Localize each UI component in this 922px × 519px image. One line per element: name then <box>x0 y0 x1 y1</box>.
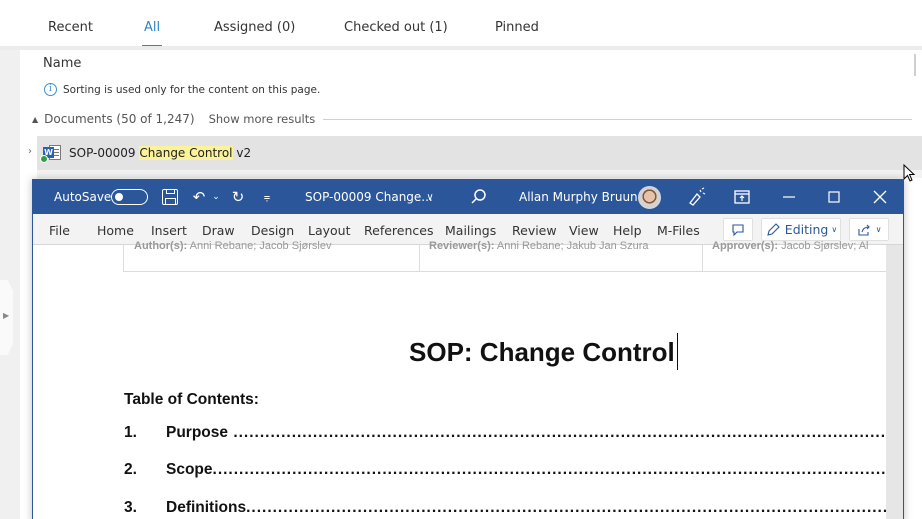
undo-dropdown-icon[interactable]: ⌄ <box>205 186 227 208</box>
autosave-label: AutoSave <box>54 190 112 204</box>
designer-wand-icon[interactable] <box>685 186 707 208</box>
header-authors: Author(s): Anni Rebane; Jacob Sjørslev <box>134 240 332 252</box>
ribbon-tab-design[interactable]: Design <box>251 223 294 238</box>
ribbon-tab-insert[interactable]: Insert <box>151 223 187 238</box>
tab-pinned[interactable]: Pinned <box>495 20 539 35</box>
chevron-down-icon: ∨ <box>875 225 882 234</box>
share-button[interactable]: ∨ <box>849 218 889 241</box>
word-window: AutoSave ↶ ⌄ ↻ ⩦ SOP-00009 Change... ∨ A… <box>32 179 904 519</box>
tab-assigned[interactable]: Assigned (0) <box>214 20 295 35</box>
chevron-right-icon: ▶ <box>3 311 10 320</box>
redo-icon[interactable]: ↻ <box>227 186 249 208</box>
ribbon-tab-file[interactable]: File <box>49 223 70 238</box>
toc-leader: ........................................… <box>233 424 886 441</box>
ribbon-tab-mailings[interactable]: Mailings <box>445 223 496 238</box>
group-divider <box>323 118 912 120</box>
ribbon-tab-home[interactable]: Home <box>97 223 134 238</box>
search-highlight: Change Control <box>139 146 233 160</box>
search-icon[interactable] <box>467 186 489 208</box>
toc-title: Table of Contents: <box>124 391 259 408</box>
comments-button[interactable] <box>723 218 753 241</box>
vertical-scrollbar[interactable] <box>886 245 903 519</box>
show-more-results-link[interactable]: Show more results <box>209 112 316 126</box>
customize-toolbar-icon[interactable]: ⩦ <box>256 186 278 208</box>
column-header-name[interactable]: Name <box>43 56 81 71</box>
editing-mode-button[interactable]: Editing ∨ <box>761 218 841 241</box>
maximize-icon[interactable] <box>823 186 845 208</box>
document-canvas[interactable]: Author(s): Anni Rebane; Jacob Sjørslev R… <box>33 240 903 519</box>
text-caret <box>677 333 678 370</box>
view-tabs: Recent All Assigned (0) Checked out (1) … <box>0 0 922 46</box>
toc-leader: ........................................… <box>212 461 886 478</box>
document-version: v2 <box>236 146 252 160</box>
info-icon: i <box>44 83 57 96</box>
triangle-up-icon[interactable]: ▲ <box>32 115 38 124</box>
pencil-icon <box>767 222 780 236</box>
group-label[interactable]: Documents (50 of 1,247) <box>44 112 194 126</box>
chevron-right-icon[interactable]: › <box>28 146 32 157</box>
document-title[interactable]: SOP-00009 Change... <box>305 190 433 204</box>
minimize-icon[interactable] <box>778 186 800 208</box>
toc-entry[interactable]: 3. Definitions...........................… <box>124 499 886 519</box>
list-item-next <box>37 170 922 178</box>
list-item[interactable]: › W SOP-00009 Change Control v2 <box>28 136 922 170</box>
document-heading: SOP: Change Control <box>409 337 675 367</box>
tab-recent[interactable]: Recent <box>48 20 93 35</box>
chevron-down-icon: ∨ <box>831 225 838 234</box>
toc-entry[interactable]: 1. Purpose ..............................… <box>124 424 886 446</box>
share-icon <box>858 224 870 236</box>
ribbon-tab-draw[interactable]: Draw <box>202 223 235 238</box>
tab-all[interactable]: All <box>144 20 160 35</box>
editing-label: Editing <box>784 222 829 237</box>
header-reviewers: Reviewer(s): Anni Rebane; Jakub Jan Szur… <box>429 240 649 252</box>
expand-left-pane-button[interactable]: ▶ <box>0 280 13 355</box>
header-approvers: Approver(s): Jacob Sjørslev; Al <box>712 240 869 252</box>
user-avatar[interactable] <box>638 186 661 209</box>
document-header-table: Author(s): Anni Rebane; Jacob Sjørslev R… <box>123 240 903 272</box>
tab-checked-out[interactable]: Checked out (1) <box>344 20 448 35</box>
ribbon-tab-help[interactable]: Help <box>613 223 642 238</box>
toc-leader: ........................................… <box>246 499 886 516</box>
save-icon[interactable] <box>162 189 178 205</box>
sorting-notice: i Sorting is used only for the content o… <box>44 83 320 96</box>
chevron-down-icon[interactable]: ∨ <box>419 186 441 208</box>
mouse-pointer-icon <box>903 164 915 182</box>
comment-icon <box>732 223 744 236</box>
autosave-toggle[interactable] <box>111 189 148 205</box>
close-icon[interactable] <box>869 186 891 208</box>
word-document-icon: W <box>40 144 63 163</box>
ribbon-tab-m-files[interactable]: M-Files <box>657 223 700 238</box>
document-title: SOP-00009 Change Control v2 <box>69 146 251 160</box>
ribbon-tab-references[interactable]: References <box>364 223 433 238</box>
ribbon-tab-layout[interactable]: Layout <box>308 223 351 238</box>
toc-entry[interactable]: 2. Scope.................................… <box>124 461 886 483</box>
word-title-bar: AutoSave ↶ ⌄ ↻ ⩦ SOP-00009 Change... ∨ A… <box>33 180 903 214</box>
ribbon-tab-review[interactable]: Review <box>512 223 557 238</box>
sorting-notice-text: Sorting is used only for the content on … <box>63 83 321 96</box>
column-scrollbar[interactable] <box>914 54 916 76</box>
document-id: SOP-00009 <box>69 146 136 160</box>
group-header-documents: ▲ Documents (50 of 1,247) Show more resu… <box>32 112 912 126</box>
checked-out-check-icon <box>40 155 48 163</box>
ribbon-tab-view[interactable]: View <box>569 223 599 238</box>
user-name[interactable]: Allan Murphy Bruun <box>519 190 638 204</box>
ribbon-display-options-icon[interactable] <box>731 186 753 208</box>
